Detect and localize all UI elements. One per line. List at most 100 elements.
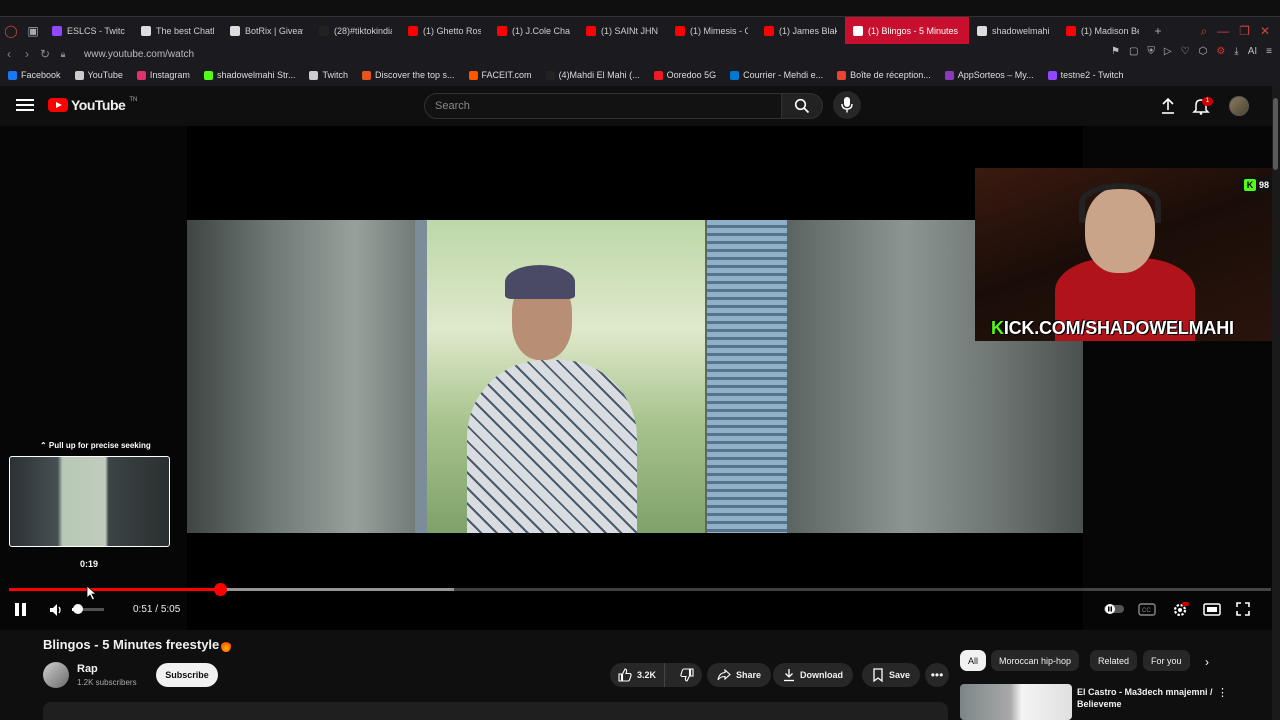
page-scrollbar[interactable] — [1272, 86, 1280, 720]
player-icon[interactable]: ▷ — [1164, 46, 1172, 57]
progress-bar[interactable] — [9, 583, 1271, 596]
settings-button[interactable] — [1171, 601, 1189, 617]
like-button[interactable]: 3.2K — [610, 663, 666, 687]
search-icon — [794, 98, 810, 114]
download-icon[interactable]: ⤓ — [1234, 46, 1238, 57]
mute-button[interactable] — [48, 602, 64, 623]
browser-tab[interactable]: (1) James Blake — [756, 17, 845, 45]
browser-tab[interactable]: ESLCS - Twitch — [44, 17, 133, 45]
bookmark-item[interactable]: testne2 - Twitch — [1047, 70, 1123, 80]
bookmark-item[interactable]: Discover the top s... — [362, 70, 455, 80]
bookmark-item[interactable]: FACEIT.com — [468, 70, 532, 80]
download-button[interactable]: Download — [773, 663, 853, 687]
save-button[interactable]: Save — [862, 663, 921, 687]
chip-related[interactable]: Related — [1090, 650, 1138, 671]
search-button[interactable] — [781, 93, 823, 119]
recommendation-title[interactable]: El Castro - Ma3dech mnajemni / Believeme — [1077, 686, 1215, 710]
video-frame[interactable] — [187, 220, 1083, 533]
bookmark-item[interactable]: (4)Mahdi El Mahi (... — [545, 70, 640, 80]
browser-tab[interactable]: (1) J.Cole Chang — [489, 17, 578, 45]
bookmark-item[interactable]: Courrier - Mehdi e... — [730, 70, 823, 80]
browser-tab[interactable]: (1) Ghetto Rose — [400, 17, 489, 45]
browser-tab-active[interactable]: (1) Blingos - 5 Minutes — [845, 16, 969, 45]
pause-button[interactable] — [15, 603, 28, 616]
close-icon[interactable]: ✕ — [1260, 24, 1270, 38]
chip-for-you[interactable]: For you — [1143, 650, 1190, 671]
opera-logo-icon[interactable]: ◯ — [0, 20, 22, 42]
volume-icon — [50, 604, 61, 616]
browser-tab[interactable]: (1) Madison Bee — [1058, 17, 1147, 45]
search-tabs-icon[interactable]: ⌕ — [1200, 24, 1207, 39]
upload-button[interactable] — [1159, 97, 1177, 120]
autoplay-toggle[interactable] — [1103, 601, 1124, 617]
save-label: Save — [889, 670, 911, 680]
new-tab-icon[interactable]: + — [1147, 20, 1169, 42]
chips-next-arrow-icon[interactable]: › — [1205, 655, 1209, 669]
hamburger-menu-button[interactable] — [16, 96, 34, 114]
extensions-icon[interactable]: ⬡ — [1199, 46, 1208, 57]
tab-favicon-icon — [764, 25, 774, 36]
snapshot-icon[interactable]: ▢ — [1129, 46, 1138, 57]
tab-favicon-icon — [675, 25, 685, 36]
channel-avatar[interactable] — [43, 662, 69, 688]
page-scrollbar-thumb[interactable] — [1273, 98, 1278, 170]
share-button[interactable]: Share — [707, 663, 772, 687]
shield-icon[interactable]: ⛨ — [1147, 46, 1155, 57]
lock-icon[interactable]: 🔒︎ — [54, 49, 72, 60]
bookmark-item[interactable]: Twitch — [309, 70, 348, 80]
recommendation-more-icon[interactable]: ⋮ — [1217, 686, 1228, 699]
recommendation-thumbnail[interactable] — [960, 684, 1072, 720]
youtube-logo[interactable]: YouTube TN — [48, 97, 137, 113]
bookmark-favicon-icon — [837, 70, 847, 80]
fullscreen-button[interactable] — [1235, 601, 1253, 617]
tab-manager-icon[interactable]: ▣ — [22, 20, 44, 42]
seek-preview-time: 0:19 — [80, 559, 99, 569]
vpn-icon[interactable]: ⚙ — [1216, 46, 1225, 57]
dislike-button[interactable] — [670, 663, 704, 687]
scene-person-cap — [505, 265, 575, 299]
scene-person-body — [467, 360, 637, 533]
browser-tab[interactable]: BotRix | Giveaw — [222, 17, 311, 45]
bookmark-item[interactable]: YouTube — [74, 70, 123, 80]
browser-tab[interactable]: shadowelmahi — [969, 17, 1058, 45]
channel-name[interactable]: Rap — [77, 663, 98, 675]
menu-icon[interactable]: ≡ — [1266, 46, 1272, 57]
bookmark-favicon-icon — [203, 70, 213, 80]
maximize-icon[interactable]: ❐ — [1239, 24, 1250, 38]
browser-tab[interactable]: The best ChatB — [133, 17, 222, 45]
browser-tab[interactable]: (1) Mimesis - Of — [667, 17, 756, 45]
browser-tab[interactable]: (1) SAINt JHN - — [578, 17, 667, 45]
minimize-icon[interactable]: — — [1217, 24, 1229, 38]
theater-mode-button[interactable] — [1203, 601, 1221, 617]
tab-favicon-icon — [586, 25, 596, 36]
search-input[interactable]: Search — [424, 93, 782, 119]
bookmark-icon[interactable]: ⚑ — [1111, 46, 1120, 57]
voice-search-button[interactable] — [833, 91, 861, 119]
tab-label: ESLCS - Twitch — [67, 25, 125, 36]
reload-icon[interactable]: ↻ — [36, 47, 54, 61]
bookmark-item[interactable]: Instagram — [136, 70, 190, 80]
chip-all[interactable]: All — [960, 650, 987, 671]
bookmark-item[interactable]: Ooredoo 5G — [653, 70, 716, 80]
bookmark-item[interactable]: Boîte de réception... — [837, 70, 931, 80]
bookmark-item[interactable]: AppSorteos – My... — [944, 70, 1034, 80]
browser-tab[interactable]: (28)#tiktokindia — [311, 17, 400, 45]
chip-moroccan-hip-hop[interactable]: Moroccan hip-hop — [991, 650, 1080, 671]
bookmark-item[interactable]: shadowelmahi Str... — [203, 70, 295, 80]
subscribe-button[interactable]: Subscribe — [156, 663, 218, 687]
forward-icon[interactable]: › — [18, 47, 36, 61]
heart-icon[interactable]: ♡ — [1181, 46, 1190, 57]
tab-label: BotRix | Giveaw — [245, 25, 303, 36]
aria-icon[interactable]: AI — [1248, 46, 1257, 57]
subtitles-button[interactable]: CC — [1138, 601, 1156, 617]
back-icon[interactable]: ‹ — [0, 47, 18, 61]
youtube-play-icon — [48, 98, 68, 112]
url-field[interactable]: www.youtube.com/watch — [84, 49, 194, 60]
download-label: Download — [800, 670, 843, 680]
volume-slider[interactable] — [72, 604, 104, 614]
account-avatar[interactable] — [1229, 96, 1249, 116]
current-time: 0:51 — [133, 604, 153, 615]
progress-scrubber[interactable] — [213, 583, 227, 596]
bookmark-item[interactable]: Facebook — [8, 70, 61, 80]
more-actions-button[interactable]: ••• — [925, 663, 949, 687]
